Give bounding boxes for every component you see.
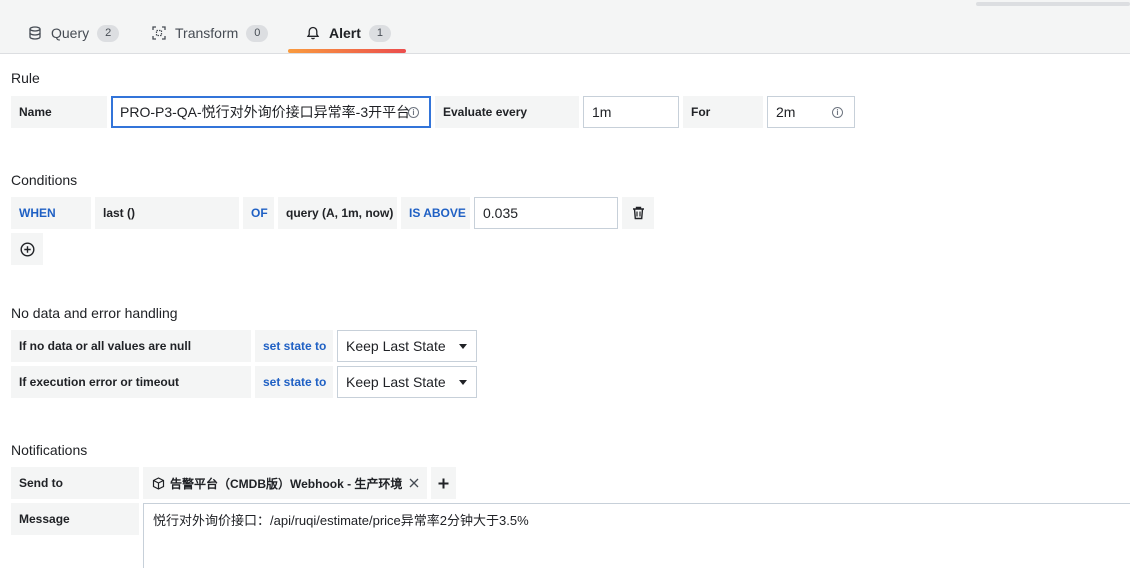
error-set-state-label: set state to xyxy=(255,366,333,398)
error-label: If execution error or timeout xyxy=(11,366,251,398)
evaluate-every-label: Evaluate every xyxy=(435,96,579,128)
info-icon: i xyxy=(408,107,419,118)
cube-icon xyxy=(152,476,165,490)
condition-threshold-input[interactable]: 0.035 xyxy=(474,197,618,229)
for-info-icon: i xyxy=(832,107,843,118)
transform-icon xyxy=(152,26,166,40)
tab-transform-label: Transform xyxy=(175,25,239,41)
tab-transform[interactable]: Transform 0 xyxy=(152,22,269,54)
active-tab-indicator xyxy=(288,49,406,53)
error-state-select[interactable]: Keep Last State xyxy=(337,366,477,398)
tab-query-count: 2 xyxy=(97,25,120,42)
rule-name-value: PRO-P3-QA-悦行对外询价接口异常率-3开平台 xyxy=(120,104,411,120)
tab-transform-count: 0 xyxy=(246,25,269,42)
caret-down-icon xyxy=(459,380,467,385)
conditions-section-title: Conditions xyxy=(11,172,78,188)
plus-circle-icon xyxy=(19,241,35,257)
condition-evaluator[interactable]: IS ABOVE xyxy=(401,197,470,229)
tab-alert-count: 1 xyxy=(368,25,391,42)
message-label: Message xyxy=(11,503,139,535)
nodata-label: If no data or all values are null xyxy=(11,330,251,362)
nodata-section-title: No data and error handling xyxy=(11,305,178,321)
add-notification-button[interactable] xyxy=(431,467,456,499)
plus-icon xyxy=(438,478,449,488)
send-to-label: Send to xyxy=(11,467,139,499)
bell-icon xyxy=(306,26,320,40)
delete-condition-button[interactable] xyxy=(622,197,654,229)
nodata-set-state-label: set state to xyxy=(255,330,333,362)
condition-of-keyword: OF xyxy=(243,197,274,229)
for-label: For xyxy=(683,96,763,128)
database-icon xyxy=(29,26,41,40)
scroll-indicator xyxy=(976,2,1130,6)
evaluate-every-value: 1m xyxy=(592,104,612,120)
close-icon[interactable] xyxy=(409,478,419,488)
condition-query[interactable]: query (A, 1m, now) xyxy=(278,197,397,229)
condition-threshold-value: 0.035 xyxy=(483,205,519,221)
rule-name-input[interactable]: PRO-P3-QA-悦行对外询价接口异常率-3开平台 xyxy=(111,96,431,128)
nodata-state-value: Keep Last State xyxy=(346,338,446,354)
notification-channel-name: 告警平台（CMDB版）Webhook - 生产环境 xyxy=(170,476,403,491)
for-value: 2m xyxy=(776,104,796,120)
message-textarea[interactable]: 悦行对外询价接口：/api/ruqi/estimate/price异常率2分钟大… xyxy=(143,503,1130,568)
rule-section-title: Rule xyxy=(11,70,40,86)
notifications-section-title: Notifications xyxy=(11,442,88,458)
tab-bar: Query 2 Transform 0 Alert 1 xyxy=(0,0,1130,54)
trash-icon xyxy=(632,206,644,220)
rule-name-label: Name xyxy=(11,96,107,128)
notification-channel-chip: 告警平台（CMDB版）Webhook - 生产环境 xyxy=(143,467,427,499)
tab-query[interactable]: Query 2 xyxy=(28,22,120,54)
caret-down-icon xyxy=(459,344,467,349)
message-value: 悦行对外询价接口：/api/ruqi/estimate/price异常率2分钟大… xyxy=(153,513,529,528)
nodata-state-select[interactable]: Keep Last State xyxy=(337,330,477,362)
tab-query-label: Query xyxy=(51,25,90,41)
condition-when-keyword: WHEN xyxy=(11,197,91,229)
condition-reducer[interactable]: last () xyxy=(95,197,239,229)
error-state-value: Keep Last State xyxy=(346,374,446,390)
add-condition-button[interactable] xyxy=(11,233,43,265)
evaluate-every-input[interactable]: 1m xyxy=(583,96,679,128)
tab-alert-label: Alert xyxy=(329,25,361,41)
